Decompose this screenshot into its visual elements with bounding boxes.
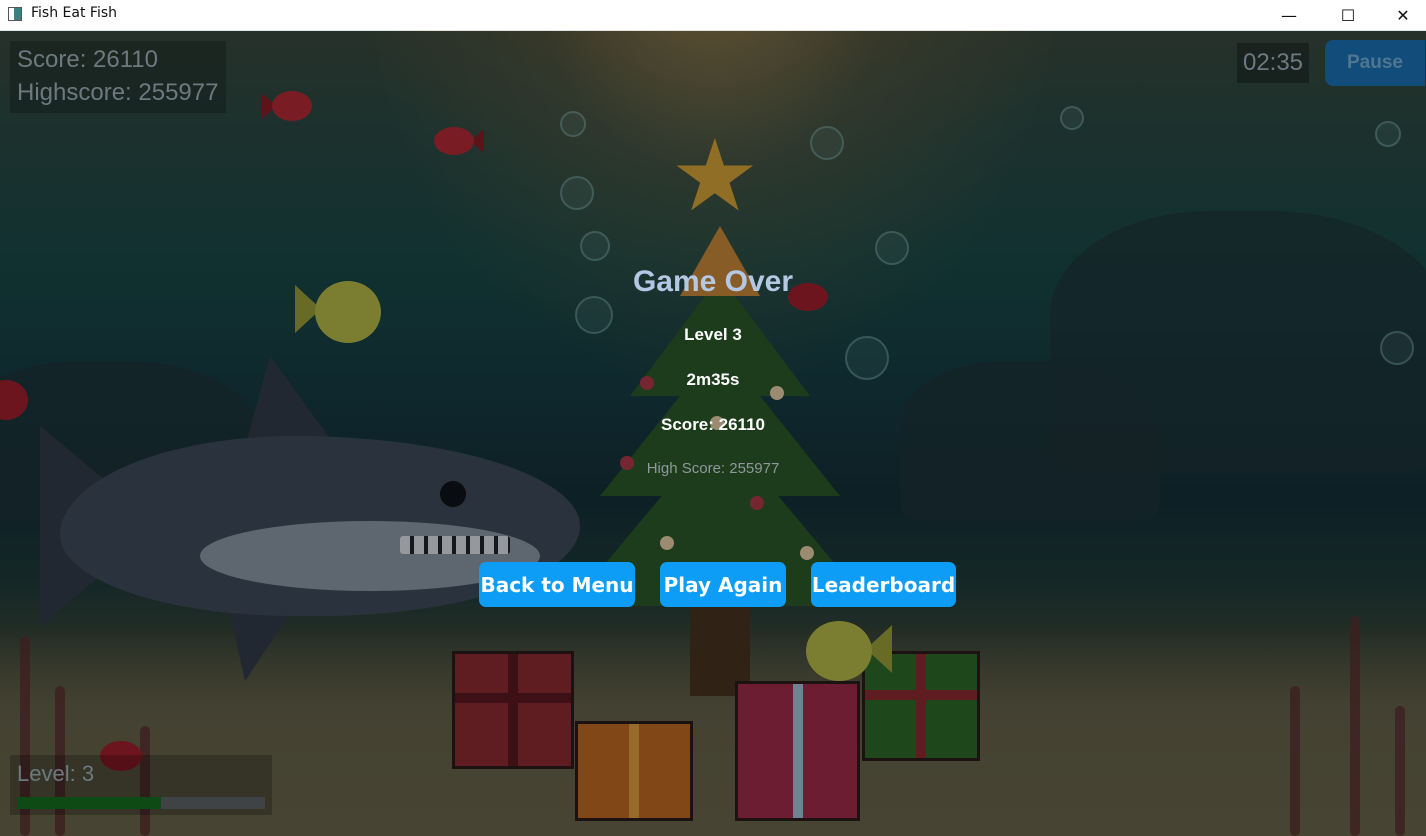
final-score: Score: 26110 bbox=[661, 415, 765, 434]
minimize-button[interactable]: — bbox=[1266, 0, 1312, 30]
pause-button[interactable]: Pause bbox=[1325, 40, 1425, 86]
level-label: Level: 3 bbox=[17, 761, 95, 786]
close-button[interactable]: ✕ bbox=[1380, 0, 1426, 30]
leaderboard-button[interactable]: Leaderboard bbox=[811, 562, 956, 607]
back-to-menu-button[interactable]: Back to Menu bbox=[479, 562, 635, 607]
game-over-title: Game Over bbox=[632, 265, 794, 298]
window-title: Fish Eat Fish bbox=[31, 5, 117, 21]
level-progress-fill bbox=[17, 797, 161, 809]
final-level: Level 3 bbox=[684, 325, 742, 344]
high-score-label: High Score: 255977 bbox=[646, 460, 780, 477]
maximize-button[interactable]: ☐ bbox=[1325, 0, 1371, 30]
play-again-button[interactable]: Play Again bbox=[660, 562, 786, 607]
score-label: Score: 26110 bbox=[17, 46, 158, 73]
final-time: 2m35s bbox=[686, 370, 740, 389]
window-titlebar: Fish Eat Fish — ☐ ✕ bbox=[0, 0, 1426, 31]
level-progress-bar bbox=[17, 797, 265, 809]
app-icon bbox=[8, 7, 22, 21]
score-panel: Score: 26110 Highscore: 255977 bbox=[10, 41, 226, 113]
level-panel: Level: 3 bbox=[10, 755, 272, 815]
timer-display: 02:35 bbox=[1237, 43, 1309, 83]
highscore-label: Highscore: 255977 bbox=[17, 79, 219, 106]
